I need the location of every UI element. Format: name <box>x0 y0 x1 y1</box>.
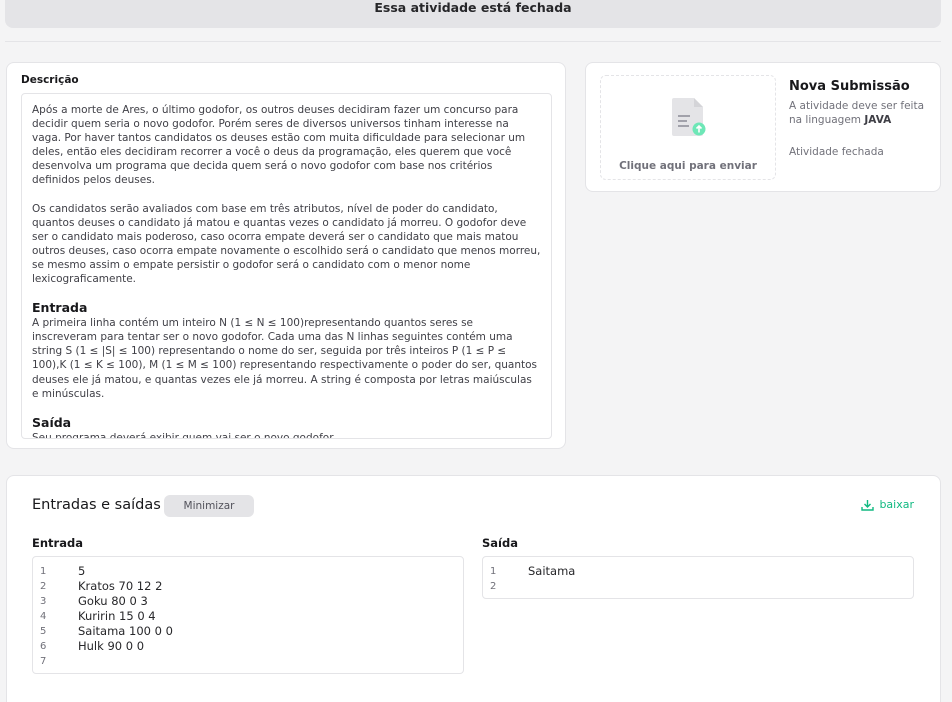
download-icon <box>861 499 875 511</box>
line-text: Goku 80 0 3 <box>78 594 148 608</box>
output-heading: Saída <box>32 414 72 430</box>
io-card: Entradas e saídas Minimizar baixar Entra… <box>6 475 941 702</box>
input-description: A primeira linha contém um inteiro N (1 … <box>32 317 538 400</box>
divider <box>5 41 941 42</box>
input-line: 3 Goku 80 0 3 <box>33 594 463 609</box>
description-paragraph-2: Os candidatos serão avaliados com base e… <box>32 202 541 286</box>
line-number: 7 <box>40 656 47 667</box>
line-text: Saitama <box>528 564 576 578</box>
download-link[interactable]: baixar <box>861 498 914 511</box>
line-text: Kratos 70 12 2 <box>78 579 163 593</box>
line-number: 2 <box>40 581 47 592</box>
line-number: 1 <box>40 566 47 577</box>
description-title: Descrição <box>21 74 79 86</box>
input-line: 15 <box>33 564 463 579</box>
line-text: Saitama 100 0 0 <box>78 624 173 638</box>
download-label: baixar <box>879 498 914 511</box>
upload-label: Clique aqui para enviar <box>619 160 757 172</box>
minimize-button[interactable]: Minimizar <box>164 495 254 517</box>
submission-status: Atividade fechada <box>789 146 884 158</box>
output-line: 2 <box>483 579 913 594</box>
input-line: 7 <box>33 654 463 669</box>
description-paragraph-1: Após a morte de Ares, o último godofor, … <box>32 104 526 187</box>
submission-card: Clique aqui para enviar Nova Submissão A… <box>585 62 941 192</box>
line-text: Kuririn 15 0 4 <box>78 609 156 623</box>
input-line: 4 Kuririn 15 0 4 <box>33 609 463 624</box>
line-text: Hulk 90 0 0 <box>78 639 145 653</box>
line-number: 5 <box>40 626 47 637</box>
input-line: 2 Kratos 70 12 2 <box>33 579 463 594</box>
description-box: Após a morte de Ares, o último godofor, … <box>21 93 552 439</box>
language-name: JAVA <box>864 114 892 126</box>
banner-text: Essa atividade está fechada <box>374 0 572 15</box>
output-label: Saída <box>482 536 518 550</box>
line-text: 5 <box>78 564 86 578</box>
input-label: Entrada <box>32 536 83 550</box>
line-number: 3 <box>40 596 47 607</box>
io-title: Entradas e saídas <box>32 497 161 513</box>
line-number: 1 <box>490 566 497 577</box>
line-number: 6 <box>40 641 47 652</box>
input-line: 6 Hulk 90 0 0 <box>33 639 463 654</box>
language-prefix: A atividade deve ser feita na linguagem <box>789 100 925 126</box>
description-card: Descrição Após a morte de Ares, o último… <box>6 62 566 449</box>
activity-closed-banner: Essa atividade está fechada <box>5 0 941 28</box>
output-editor[interactable]: 1 Saitama 2 <box>482 556 914 599</box>
input-heading: Entrada <box>32 300 88 316</box>
input-line: 5 Saitama 100 0 0 <box>33 624 463 639</box>
input-editor[interactable]: 1 5 2 Kratos 70 12 2 3 Goku 80 0 3 4 Kuririn 15… <box>32 556 464 674</box>
language-requirement: A atividade deve ser feita na linguagem … <box>789 99 934 127</box>
submission-title: Nova Submissão <box>789 79 910 94</box>
line-number: 4 <box>40 611 47 622</box>
line-number: 2 <box>490 581 497 592</box>
output-description: Seu programa deverá exibir quem vai ser … <box>32 431 336 439</box>
output-line: 1 Saitama <box>483 564 913 579</box>
upload-dropzone[interactable]: Clique aqui para enviar <box>600 75 776 180</box>
file-upload-icon <box>672 98 706 136</box>
